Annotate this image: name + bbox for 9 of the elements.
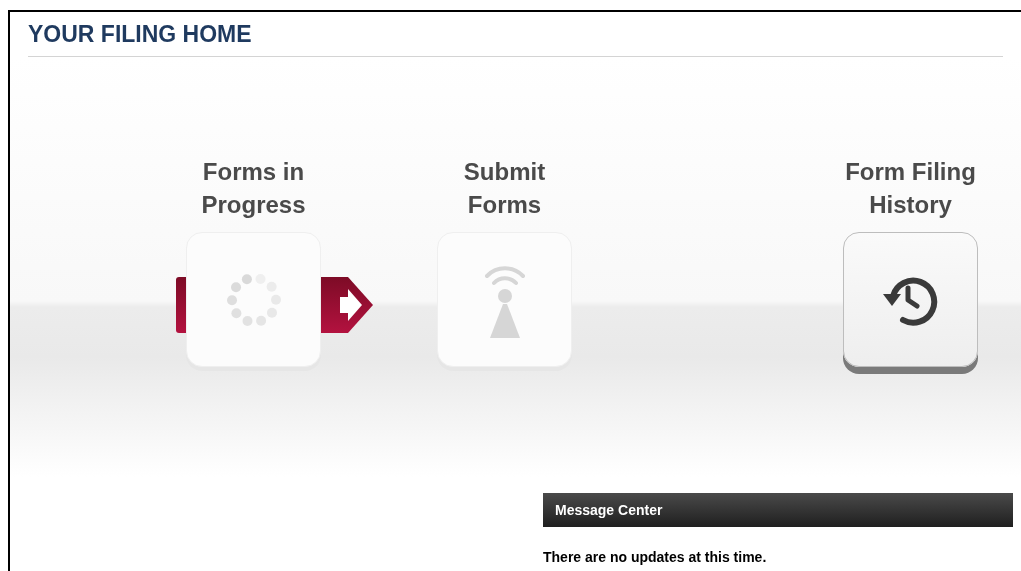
page-title: YOUR FILING HOME xyxy=(28,20,253,48)
tile-label: Progress xyxy=(201,190,306,220)
tile-label: Submit xyxy=(463,157,546,187)
tile-label: Forms in xyxy=(202,157,305,187)
tile-label: History xyxy=(869,190,952,220)
message-text: There are no updates at this time. xyxy=(543,548,768,567)
tile-label: Form Filing xyxy=(845,157,976,187)
message-center-title: Message Center xyxy=(555,500,663,520)
tile-label: Forms xyxy=(467,190,542,220)
